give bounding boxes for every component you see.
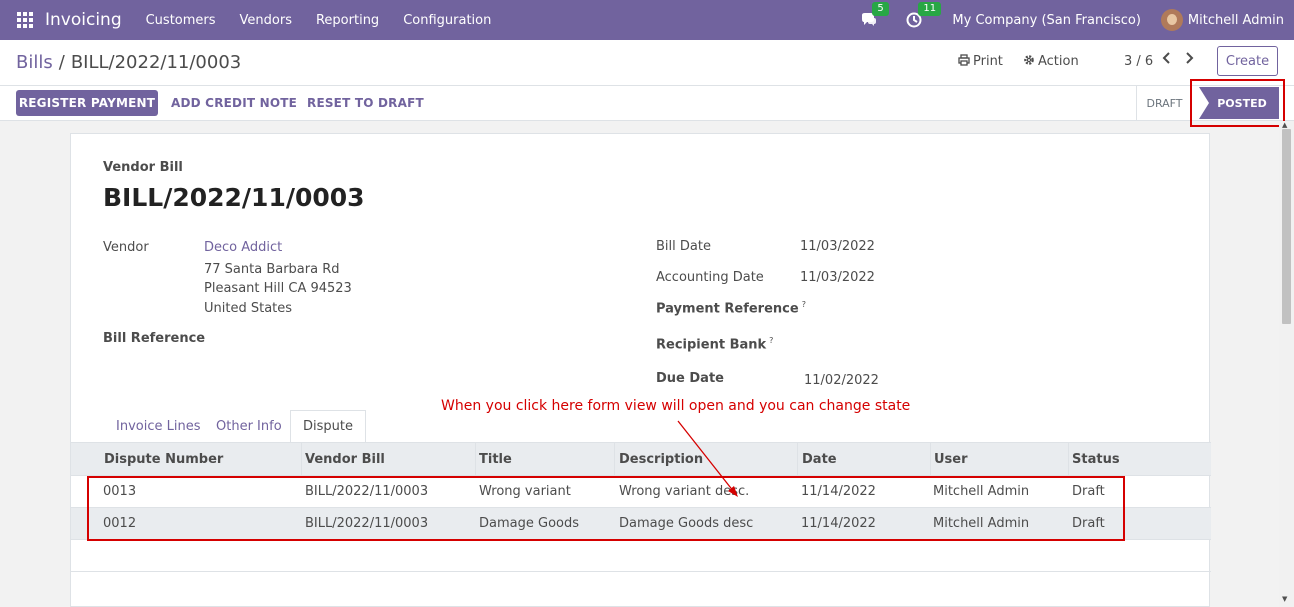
vertical-scrollbar[interactable]: ▲ ▼ <box>1279 121 1294 607</box>
annotation-arrow-icon <box>677 420 738 497</box>
scrollbar-thumb[interactable] <box>1282 129 1291 324</box>
scroll-down-icon[interactable]: ▼ <box>1282 595 1287 603</box>
scroll-up-icon[interactable]: ▲ <box>1282 121 1287 129</box>
